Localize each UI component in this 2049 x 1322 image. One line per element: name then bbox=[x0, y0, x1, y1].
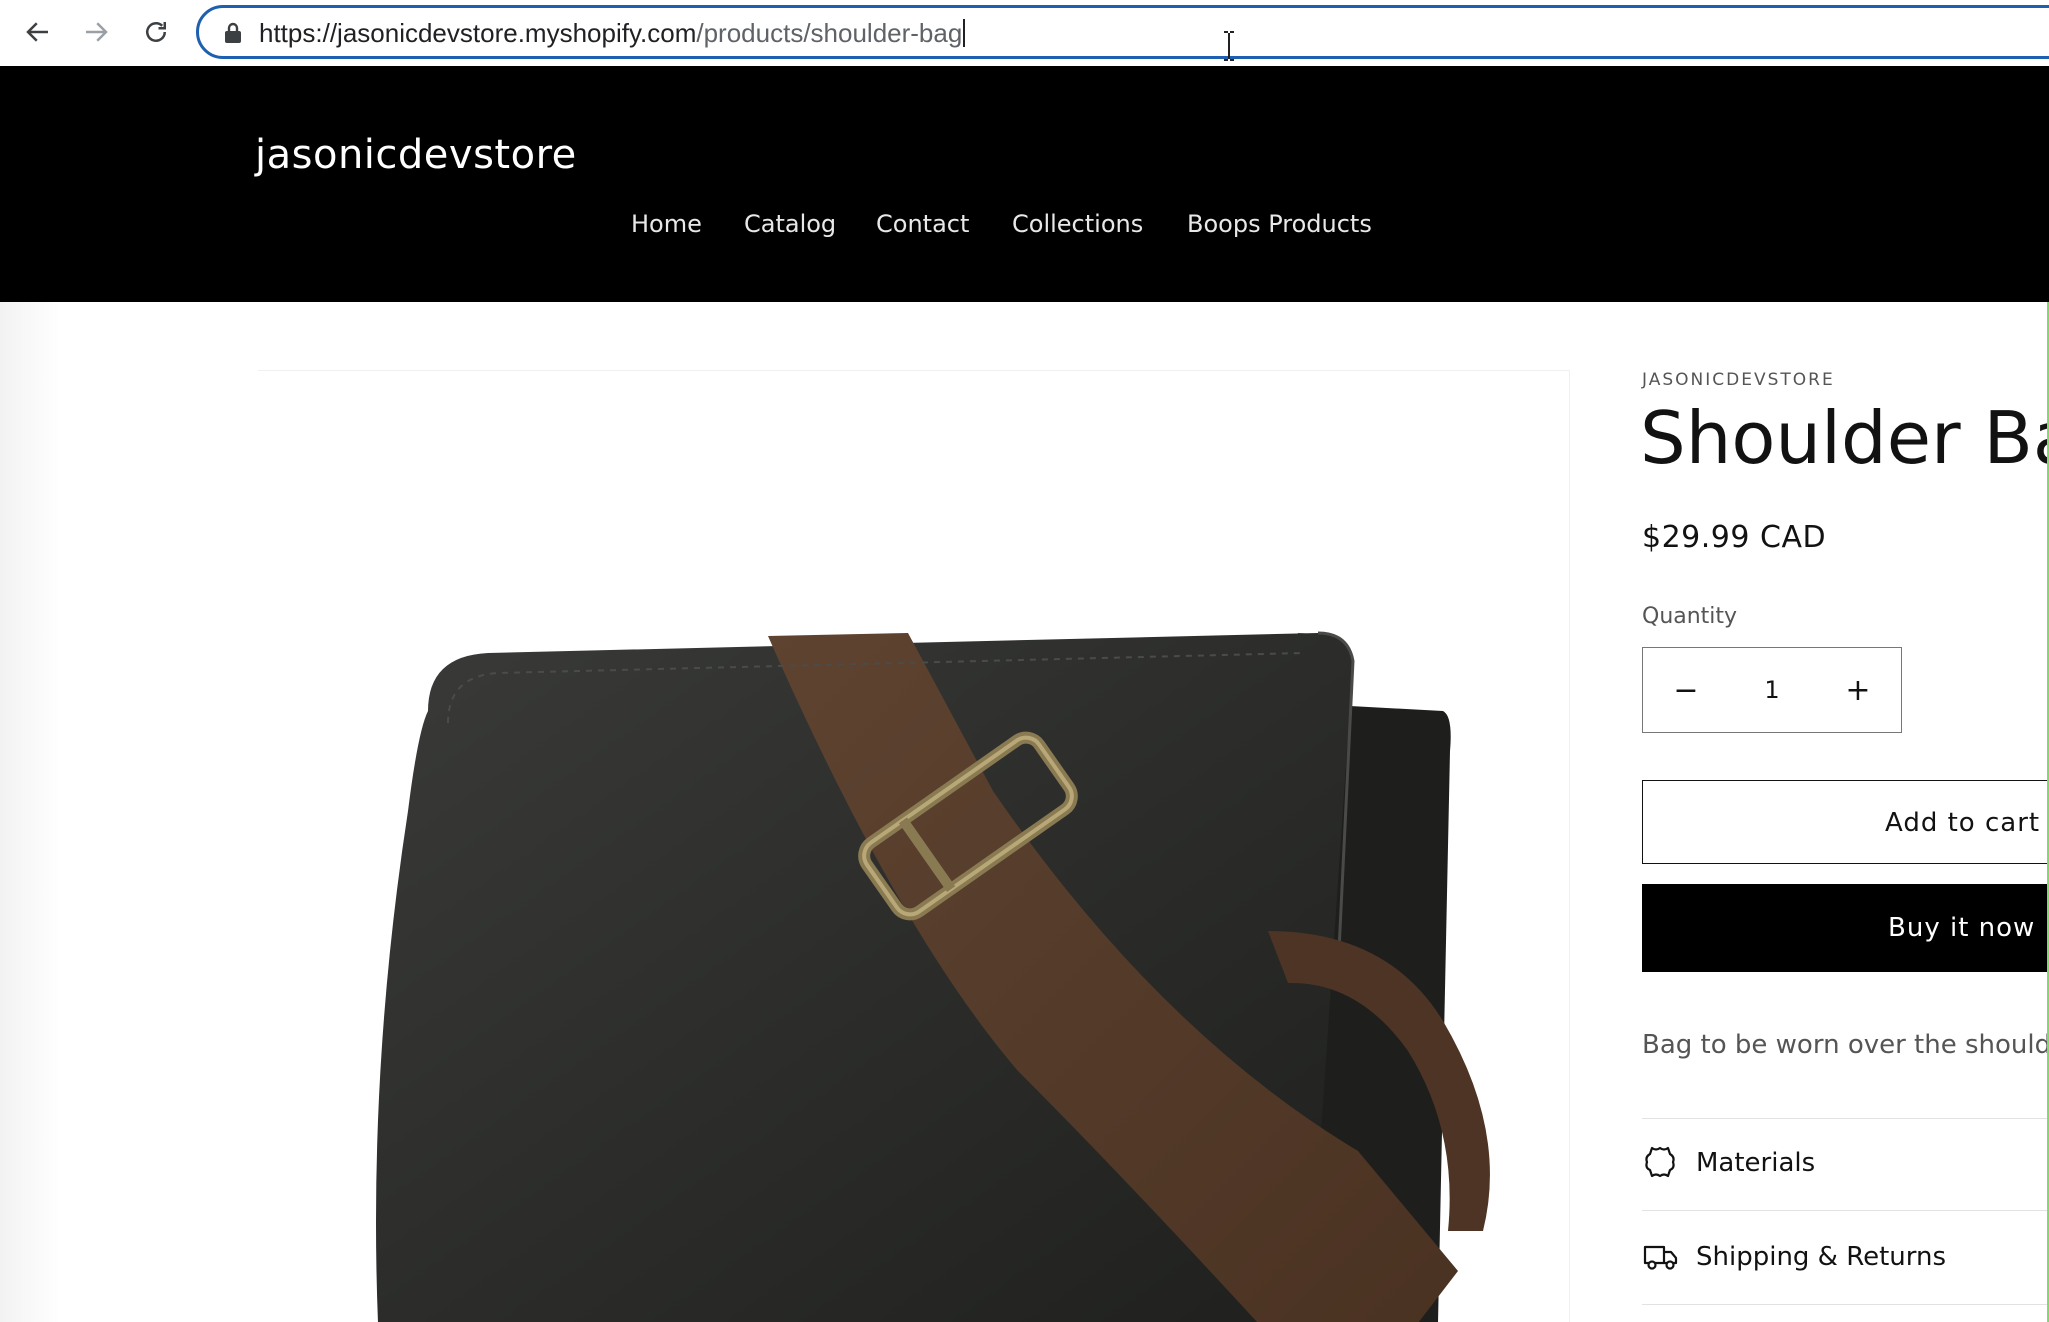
quantity-stepper: − 1 + bbox=[1642, 647, 1902, 733]
product-media[interactable] bbox=[258, 370, 1570, 1322]
divider bbox=[1642, 1118, 2049, 1119]
quantity-increase-button[interactable]: + bbox=[1815, 648, 1901, 732]
buy-it-now-button[interactable]: Buy it now bbox=[1642, 884, 2049, 972]
accordion-materials-label: Materials bbox=[1696, 1148, 1816, 1178]
url-text[interactable]: https://jasonicdevstore.myshopify.com/pr… bbox=[259, 18, 966, 49]
product-description: Bag to be worn over the should bbox=[1642, 1030, 2049, 1060]
quantity-label: Quantity bbox=[1642, 604, 1738, 629]
product-title: Shoulder Bag bbox=[1640, 396, 2049, 480]
forward-button[interactable] bbox=[74, 10, 118, 54]
divider bbox=[1642, 1210, 2049, 1211]
reload-button[interactable] bbox=[134, 10, 178, 54]
product-price: $29.99 CAD bbox=[1642, 520, 1827, 555]
quantity-decrease-button[interactable]: − bbox=[1643, 648, 1729, 732]
arrow-left-icon bbox=[26, 22, 48, 42]
address-bar[interactable]: https://jasonicdevstore.myshopify.com/pr… bbox=[196, 5, 2049, 59]
menu-item-collections[interactable]: Collections bbox=[1012, 210, 1143, 238]
accordion-shipping-returns-label: Shipping & Returns bbox=[1696, 1242, 1947, 1272]
product-vendor: JASONICDEVSTORE bbox=[1642, 370, 1835, 390]
quantity-input[interactable]: 1 bbox=[1729, 648, 1815, 732]
url-host: https://jasonicdevstore.myshopify.com bbox=[259, 18, 697, 48]
lock-icon bbox=[225, 22, 241, 43]
ibeam-cursor-icon bbox=[1224, 31, 1234, 61]
leather-icon bbox=[1645, 1146, 1675, 1178]
truck-icon bbox=[1643, 1245, 1678, 1270]
store-header bbox=[0, 66, 2049, 302]
left-shadow bbox=[0, 302, 60, 1322]
menu-item-contact[interactable]: Contact bbox=[876, 210, 969, 238]
back-button[interactable] bbox=[16, 10, 60, 54]
reload-icon bbox=[146, 22, 166, 42]
menu-item-home[interactable]: Home bbox=[631, 210, 702, 238]
buy-it-now-label: Buy it now bbox=[1888, 913, 2036, 943]
product-image-shoulder-bag bbox=[376, 631, 1490, 1322]
menu-item-boops-products[interactable]: Boops Products bbox=[1187, 210, 1372, 238]
accordion-shipping-returns[interactable]: Shipping & Returns bbox=[1642, 1222, 2049, 1292]
menu-item-catalog[interactable]: Catalog bbox=[744, 210, 836, 238]
add-to-cart-button[interactable]: Add to cart bbox=[1642, 780, 2049, 864]
arrow-right-icon bbox=[86, 22, 108, 42]
browser-toolbar: https://jasonicdevstore.myshopify.com/pr… bbox=[0, 0, 2049, 66]
add-to-cart-label: Add to cart bbox=[1885, 808, 2041, 838]
accordion-materials[interactable]: Materials bbox=[1642, 1128, 2049, 1198]
text-caret bbox=[963, 19, 966, 47]
divider bbox=[1642, 1304, 2049, 1305]
store-logo[interactable]: jasonicdevstore bbox=[255, 132, 577, 178]
url-path: /products/shoulder-bag bbox=[696, 18, 963, 48]
